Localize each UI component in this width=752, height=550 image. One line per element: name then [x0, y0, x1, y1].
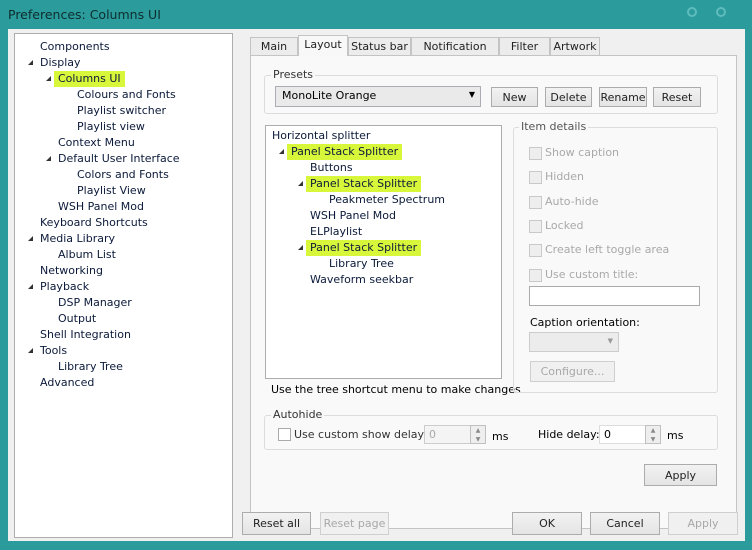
- minimize-button[interactable]: [687, 7, 697, 17]
- window-title: Preferences: Columns UI: [8, 7, 161, 22]
- tree-item[interactable]: Panel Stack Splitter: [287, 144, 403, 160]
- reset-all-button[interactable]: Reset all: [242, 512, 311, 535]
- layout-tree-hint: Use the tree shortcut menu to make chang…: [271, 383, 521, 396]
- left-toggle-checkbox[interactable]: [529, 244, 542, 257]
- locked-label: Locked: [545, 219, 584, 232]
- tree-item[interactable]: Keyboard Shortcuts: [38, 215, 150, 231]
- close-button[interactable]: [716, 7, 726, 17]
- tree-item[interactable]: Colours and Fonts: [75, 87, 178, 103]
- tree-item[interactable]: Advanced: [38, 375, 96, 391]
- tree-item[interactable]: Components: [38, 39, 112, 55]
- preset-new-button[interactable]: New: [491, 87, 538, 107]
- expand-triangle-icon[interactable]: [46, 156, 51, 161]
- preset-delete-button[interactable]: Delete: [545, 87, 592, 107]
- expand-triangle-icon[interactable]: [28, 236, 33, 241]
- ms-label: ms: [667, 429, 684, 442]
- tab-main[interactable]: Main: [250, 37, 298, 56]
- reset-page-button[interactable]: Reset page: [320, 512, 389, 535]
- ok-button[interactable]: OK: [512, 512, 582, 535]
- tree-item[interactable]: Tools: [38, 343, 69, 359]
- expand-triangle-icon[interactable]: [298, 245, 303, 250]
- tree-item[interactable]: Playlist View: [75, 183, 148, 199]
- tree-item[interactable]: Panel Stack Splitter: [306, 176, 422, 192]
- preset-select[interactable]: MonoLite Orange ▼: [275, 86, 481, 107]
- tree-item[interactable]: Horizontal splitter: [270, 128, 372, 144]
- presets-label: Presets: [271, 68, 316, 81]
- hidden-label: Hidden: [545, 170, 585, 183]
- locked-checkbox[interactable]: [529, 220, 542, 233]
- tree-item[interactable]: Columns UI: [54, 71, 125, 87]
- expand-triangle-icon[interactable]: [298, 181, 303, 186]
- tree-item[interactable]: Playlist view: [75, 119, 147, 135]
- title-bar: Preferences: Columns UI: [0, 0, 752, 30]
- show-delay-input[interactable]: 0: [424, 425, 471, 444]
- tree-item[interactable]: Networking: [38, 263, 105, 279]
- expand-triangle-icon[interactable]: [28, 284, 33, 289]
- tree-item[interactable]: Buttons: [308, 160, 355, 176]
- tree-item[interactable]: Display: [38, 55, 83, 71]
- tree-item[interactable]: Waveform seekbar: [308, 272, 415, 288]
- tree-item[interactable]: Playlist switcher: [75, 103, 168, 119]
- ms-label: ms: [492, 430, 509, 443]
- tree-item[interactable]: Output: [56, 311, 98, 327]
- panel-apply-button[interactable]: Apply: [644, 464, 717, 486]
- custom-title-checkbox[interactable]: [529, 269, 542, 282]
- tree-item[interactable]: ELPlaylist: [308, 224, 364, 240]
- tree-item[interactable]: Playback: [38, 279, 91, 295]
- cancel-button[interactable]: Cancel: [590, 512, 660, 535]
- tab-layout[interactable]: Layout: [298, 35, 348, 56]
- tree-item[interactable]: WSH Panel Mod: [56, 199, 146, 215]
- tab-status-bar[interactable]: Status bar: [348, 37, 411, 56]
- hidden-checkbox[interactable]: [529, 171, 542, 184]
- apply-button[interactable]: Apply: [668, 512, 738, 535]
- item-details-label: Item details: [519, 120, 589, 133]
- item-details-group: Item details: [513, 120, 718, 393]
- hide-delay-label: Hide delay:: [538, 428, 600, 441]
- show-caption-label: Show caption: [545, 146, 620, 159]
- show-caption-checkbox[interactable]: [529, 147, 542, 160]
- tree-item[interactable]: Panel Stack Splitter: [306, 240, 422, 256]
- tree-item[interactable]: Album List: [56, 247, 118, 263]
- tab-filter[interactable]: Filter: [499, 37, 550, 56]
- expand-triangle-icon[interactable]: [279, 149, 284, 154]
- custom-title-label: Use custom title:: [545, 268, 639, 281]
- tree-item[interactable]: Library Tree: [56, 359, 125, 375]
- hide-delay-spinner[interactable]: ▲ ▼: [645, 425, 661, 444]
- autohide-label: Autohide: [271, 408, 325, 421]
- tree-item[interactable]: Default User Interface: [56, 151, 182, 167]
- expand-triangle-icon[interactable]: [46, 76, 51, 81]
- preset-selected: MonoLite Orange: [282, 89, 377, 102]
- custom-show-delay-checkbox[interactable]: [278, 428, 291, 441]
- tree-item[interactable]: Media Library: [38, 231, 117, 247]
- tab-artwork[interactable]: Artwork: [550, 37, 600, 56]
- hide-delay-input[interactable]: 0: [599, 425, 646, 444]
- tree-item[interactable]: Context Menu: [56, 135, 137, 151]
- tree-item[interactable]: Library Tree: [327, 256, 396, 272]
- custom-show-delay-label: Use custom show delay of: [294, 428, 439, 441]
- expand-triangle-icon[interactable]: [28, 60, 33, 65]
- preset-rename-button[interactable]: Rename: [599, 87, 647, 107]
- tab-notification-area[interactable]: Notification area: [411, 37, 499, 70]
- layout-tree[interactable]: Horizontal splitter Panel Stack Splitter B…: [265, 125, 502, 379]
- custom-title-input[interactable]: [529, 286, 700, 306]
- tree-item[interactable]: WSH Panel Mod: [308, 208, 398, 224]
- preset-reset-button[interactable]: Reset: [653, 87, 701, 107]
- tree-item[interactable]: DSP Manager: [56, 295, 134, 311]
- caption-orientation-label: Caption orientation:: [530, 316, 640, 329]
- tree-item[interactable]: Peakmeter Spectrum: [327, 192, 447, 208]
- chevron-down-icon: ▼: [468, 90, 475, 99]
- tree-item[interactable]: Colors and Fonts: [75, 167, 171, 183]
- auto-hide-label: Auto-hide: [545, 195, 599, 208]
- configure-button[interactable]: Configure...: [530, 361, 615, 382]
- left-toggle-label: Create left toggle area: [545, 243, 670, 256]
- auto-hide-checkbox[interactable]: [529, 196, 542, 209]
- tree-item[interactable]: Shell Integration: [38, 327, 133, 343]
- preferences-tree[interactable]: Components Display Columns UI Colours and F…: [14, 33, 233, 538]
- expand-triangle-icon[interactable]: [28, 348, 33, 353]
- caption-orientation-select[interactable]: ▼: [529, 332, 619, 352]
- show-delay-spinner[interactable]: ▲ ▼: [470, 425, 486, 444]
- chevron-down-icon: ▼: [607, 337, 613, 345]
